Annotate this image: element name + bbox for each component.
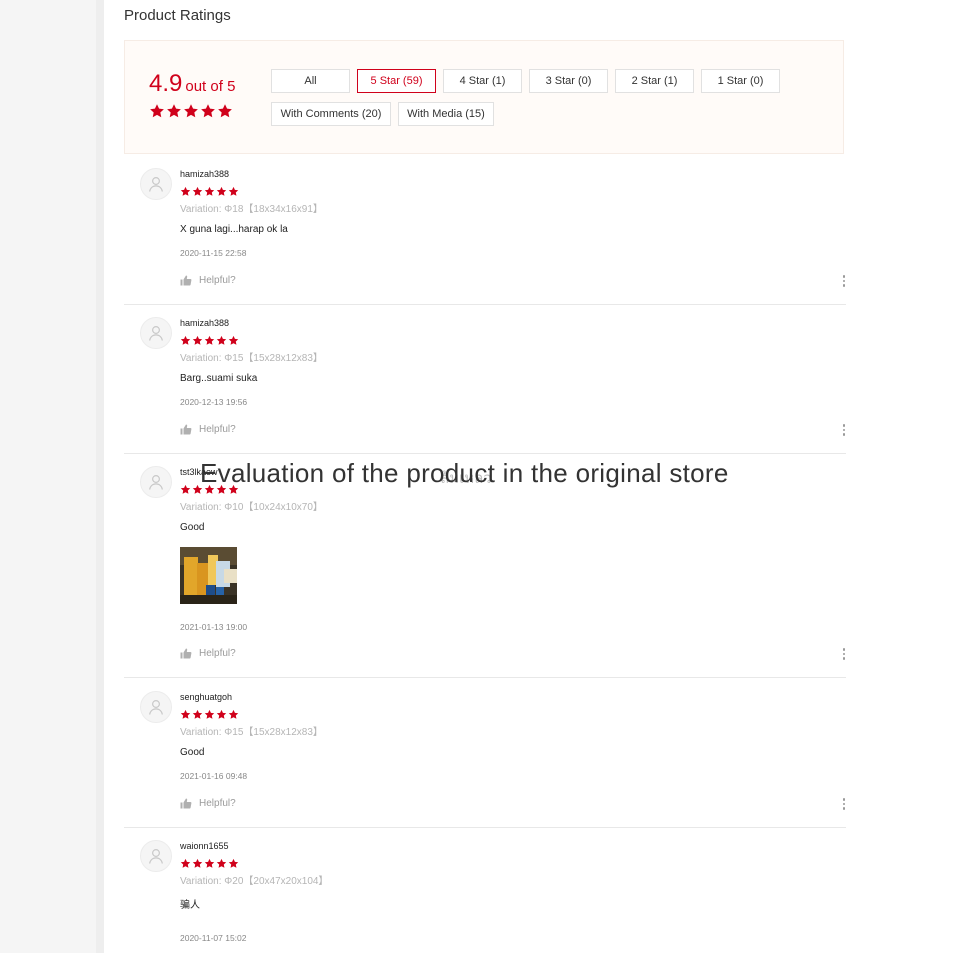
average-score: 4.9 out of 5 bbox=[149, 70, 235, 98]
star-icon bbox=[218, 104, 232, 118]
review-username[interactable]: waionn1655 bbox=[180, 841, 229, 851]
more-vertical-icon[interactable] bbox=[842, 798, 846, 810]
review-item: senghuatgoh Variation: Φ15【15x28x12x83】 … bbox=[124, 678, 846, 828]
star-icon bbox=[167, 104, 181, 118]
ratings-title: Product Ratings bbox=[124, 7, 231, 24]
more-vertical-icon[interactable] bbox=[842, 424, 846, 436]
helpful-button[interactable]: Helpful? bbox=[180, 648, 236, 659]
avatar[interactable] bbox=[140, 317, 172, 349]
review-date: 2021-01-16 09:48 bbox=[180, 771, 248, 781]
page-left-border bbox=[96, 0, 104, 953]
star-icon bbox=[150, 104, 164, 118]
star-icon bbox=[184, 104, 198, 118]
thumbs-up-icon bbox=[180, 798, 192, 809]
review-date: 2020-11-07 15:02 bbox=[180, 933, 247, 943]
filter-2-star[interactable]: 2 Star (1) bbox=[615, 69, 694, 93]
star-icon bbox=[204, 858, 215, 868]
avatar[interactable] bbox=[140, 840, 172, 872]
review-variation: Variation: Φ15【15x28x12x83】 bbox=[180, 727, 323, 738]
review-variation: Variation: Φ10【10x24x10x70】 bbox=[180, 502, 323, 513]
star-icon bbox=[204, 335, 215, 345]
star-icon bbox=[180, 335, 191, 345]
overlay-caption: Evaluation of the product in the origina… bbox=[200, 458, 729, 488]
star-icon bbox=[204, 709, 215, 719]
star-icon bbox=[216, 858, 227, 868]
filter-all[interactable]: All bbox=[271, 69, 350, 93]
star-icon bbox=[180, 186, 191, 196]
thumbs-up-icon bbox=[180, 275, 192, 286]
ratings-overview: 4.9 out of 5 All 5 Star (59) 4 Star (1) 3… bbox=[124, 40, 844, 154]
page-left-margin bbox=[0, 0, 96, 953]
star-icon bbox=[201, 104, 215, 118]
filter-5-star[interactable]: 5 Star (59) bbox=[357, 69, 436, 93]
review-comment: 骗人 bbox=[180, 900, 200, 911]
thumbs-up-icon bbox=[180, 648, 192, 659]
star-icon bbox=[228, 709, 239, 719]
review-item: waionn1655 Variation: Φ20【20x47x20x104】 … bbox=[124, 827, 846, 953]
user-avatar-icon bbox=[149, 475, 163, 490]
helpful-button[interactable]: Helpful? bbox=[180, 275, 236, 286]
star-icon bbox=[180, 484, 191, 494]
review-variation: Variation: Φ18【18x34x16x91】 bbox=[180, 204, 323, 215]
product-photo bbox=[180, 547, 237, 604]
user-avatar-icon bbox=[149, 177, 163, 192]
star-icon bbox=[180, 709, 191, 719]
helpful-label: Helpful? bbox=[199, 275, 236, 286]
review-date: 2020-12-13 19:56 bbox=[180, 397, 248, 407]
review-comment: X guna lagi...harap ok la bbox=[180, 224, 288, 235]
review-media-thumbnail[interactable] bbox=[180, 547, 237, 604]
avatar[interactable] bbox=[140, 691, 172, 723]
more-vertical-icon[interactable] bbox=[842, 648, 846, 660]
star-icon bbox=[216, 709, 227, 719]
review-stars bbox=[180, 335, 239, 346]
score-suffix: out of 5 bbox=[185, 78, 236, 95]
review-stars bbox=[180, 858, 239, 869]
star-icon bbox=[216, 186, 227, 196]
filter-with-comments[interactable]: With Comments (20) bbox=[271, 102, 391, 126]
review-date: 2021-01-13 19:00 bbox=[180, 622, 248, 632]
filter-4-star[interactable]: 4 Star (1) bbox=[443, 69, 522, 93]
user-avatar-icon bbox=[149, 326, 163, 341]
review-item: hamizah388 Variation: Φ15【15x28x12x83】 B… bbox=[124, 304, 846, 454]
more-vertical-icon[interactable] bbox=[842, 275, 846, 287]
review-comment: Good bbox=[180, 522, 205, 533]
average-stars bbox=[149, 103, 233, 119]
review-stars bbox=[180, 709, 239, 720]
filter-1-star[interactable]: 1 Star (0) bbox=[701, 69, 780, 93]
review-username[interactable]: hamizah388 bbox=[180, 169, 229, 179]
filter-with-media[interactable]: With Media (15) bbox=[398, 102, 494, 126]
review-comment: Good bbox=[180, 747, 205, 758]
star-icon bbox=[192, 335, 203, 345]
helpful-button[interactable]: Helpful? bbox=[180, 424, 236, 435]
user-avatar-icon bbox=[149, 700, 163, 715]
avatar[interactable] bbox=[140, 168, 172, 200]
review-username[interactable]: hamizah388 bbox=[180, 318, 229, 328]
star-icon bbox=[228, 335, 239, 345]
avatar[interactable] bbox=[140, 466, 172, 498]
review-stars bbox=[180, 186, 239, 197]
helpful-button[interactable]: Helpful? bbox=[180, 798, 236, 809]
star-icon bbox=[228, 186, 239, 196]
user-avatar-icon bbox=[149, 849, 163, 864]
star-icon bbox=[192, 858, 203, 868]
helpful-label: Helpful? bbox=[199, 424, 236, 435]
star-icon bbox=[204, 186, 215, 196]
score-value: 4.9 bbox=[149, 70, 183, 97]
review-comment: Barg..suami suka bbox=[180, 373, 258, 384]
review-variation: Variation: Φ15【15x28x12x83】 bbox=[180, 353, 323, 364]
star-icon bbox=[192, 186, 203, 196]
helpful-label: Helpful? bbox=[199, 648, 236, 659]
review-variation: Variation: Φ20【20x47x20x104】 bbox=[180, 876, 329, 887]
review-date: 2020-11-15 22:58 bbox=[180, 248, 247, 258]
helpful-label: Helpful? bbox=[199, 798, 236, 809]
review-username[interactable]: senghuatgoh bbox=[180, 692, 232, 702]
review-item: hamizah388 Variation: Φ18【18x34x16x91】 X… bbox=[124, 155, 846, 305]
star-icon bbox=[180, 858, 191, 868]
star-icon bbox=[216, 335, 227, 345]
star-icon bbox=[192, 709, 203, 719]
thumbs-up-icon bbox=[180, 424, 192, 435]
filter-3-star[interactable]: 3 Star (0) bbox=[529, 69, 608, 93]
star-icon bbox=[228, 858, 239, 868]
